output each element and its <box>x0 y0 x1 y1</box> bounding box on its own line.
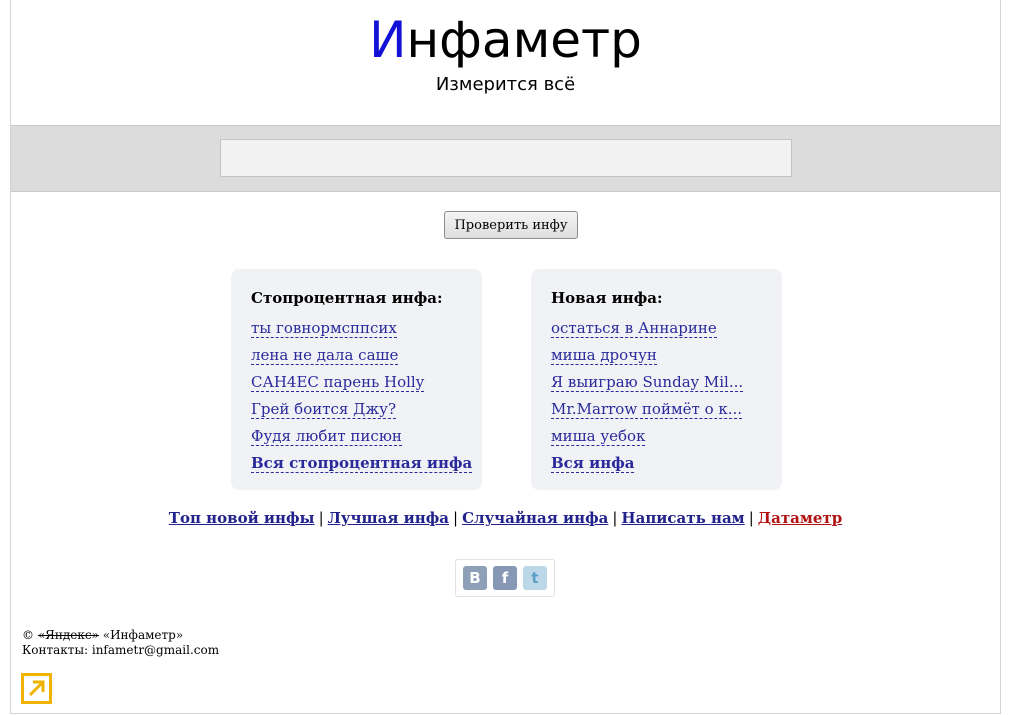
panel-title: Новая инфа: <box>551 289 663 307</box>
logo-accent-letter: И <box>369 11 407 69</box>
copyright-symbol: © <box>22 628 34 642</box>
contact-us-link[interactable]: Написать нам <box>621 509 744 527</box>
new-info-panel: Новая инфа: остаться в Аннарине миша дро… <box>531 269 782 490</box>
copyright-name: «Инфаметр» <box>102 628 184 642</box>
list-item: Mr.Marrow поймёт о к... <box>551 399 782 426</box>
search-band <box>11 125 1000 192</box>
contacts: Контакты: infametr@gmail.com <box>22 643 220 657</box>
list-item: Вся инфа <box>551 453 782 480</box>
info-link[interactable]: миша дрочун <box>551 346 657 365</box>
info-link[interactable]: Я выиграю Sunday Mil... <box>551 373 744 392</box>
search-input[interactable] <box>220 139 792 177</box>
info-link[interactable]: САН4ЕС парень Holly <box>251 373 425 392</box>
page-frame: Инфаметр Измерится всё Проверить инфу Ст… <box>10 0 1001 714</box>
list-item: Грей боится Джу? <box>251 399 482 426</box>
best-info-link[interactable]: Лучшая инфа <box>328 509 449 527</box>
list-item: ты говнормсппсих <box>251 318 482 345</box>
panel-title: Стопроцентная инфа: <box>251 289 443 307</box>
top-new-info-link[interactable]: Топ новой инфы <box>169 509 315 527</box>
separator: | <box>318 509 324 527</box>
site-logo[interactable]: Инфаметр <box>11 10 1000 70</box>
list-item: миша уебок <box>551 426 782 453</box>
info-link[interactable]: остаться в Аннарине <box>551 319 717 338</box>
info-link[interactable]: миша уебок <box>551 427 646 446</box>
list-item: миша дрочун <box>551 345 782 372</box>
list-item: остаться в Аннарине <box>551 318 782 345</box>
facebook-icon[interactable]: f <box>493 566 517 590</box>
struck-brand: «Яндекс» <box>37 628 99 642</box>
random-info-link[interactable]: Случайная инфа <box>462 509 608 527</box>
twitter-icon[interactable]: t <box>523 566 547 590</box>
check-info-button[interactable]: Проверить инфу <box>444 211 578 239</box>
logo-text: нфаметр <box>406 11 642 69</box>
info-link[interactable]: Грей боится Джу? <box>251 400 397 419</box>
copyright: © «Яндекс» «Инфаметр» Контакты: infametr… <box>22 628 219 658</box>
list-item: Я выиграю Sunday Mil... <box>551 372 782 399</box>
all-new-info-link[interactable]: Вся инфа <box>551 454 635 473</box>
info-link[interactable]: Mr.Marrow поймёт о к... <box>551 400 743 419</box>
list-item: лена не дала саше <box>251 345 482 372</box>
info-list: ты говнормсппсих лена не дала саше САН4Е… <box>251 318 482 480</box>
hundred-percent-panel: Стопроцентная инфа: ты говнормсппсих лен… <box>231 269 482 490</box>
list-item: САН4ЕС парень Holly <box>251 372 482 399</box>
external-arrow-icon[interactable] <box>21 673 52 704</box>
site-tagline: Измерится всё <box>435 74 576 95</box>
info-list: остаться в Аннарине миша дрочун Я выигра… <box>551 318 782 480</box>
separator: | <box>748 509 754 527</box>
list-item: Вся стопроцентная инфа <box>251 453 482 480</box>
separator: | <box>453 509 459 527</box>
info-link[interactable]: Фудя любит писюн <box>251 427 402 446</box>
datametr-link[interactable]: Датаметр <box>758 509 842 527</box>
footer-nav: Топ новой инфы | Лучшая инфа | Случайная инф… <box>11 509 1000 527</box>
copyright-line: © «Яндекс» «Инфаметр» <box>22 628 219 643</box>
social-share: В f t <box>455 559 555 597</box>
info-link[interactable]: лена не дала саше <box>251 346 399 365</box>
all-hundred-percent-link[interactable]: Вся стопроцентная инфа <box>251 454 473 473</box>
arrow-icon <box>28 680 45 697</box>
separator: | <box>612 509 618 527</box>
list-item: Фудя любит писюн <box>251 426 482 453</box>
vk-icon[interactable]: В <box>463 566 487 590</box>
info-link[interactable]: ты говнормсппсих <box>251 319 397 338</box>
header: Инфаметр Измерится всё <box>11 0 1000 125</box>
